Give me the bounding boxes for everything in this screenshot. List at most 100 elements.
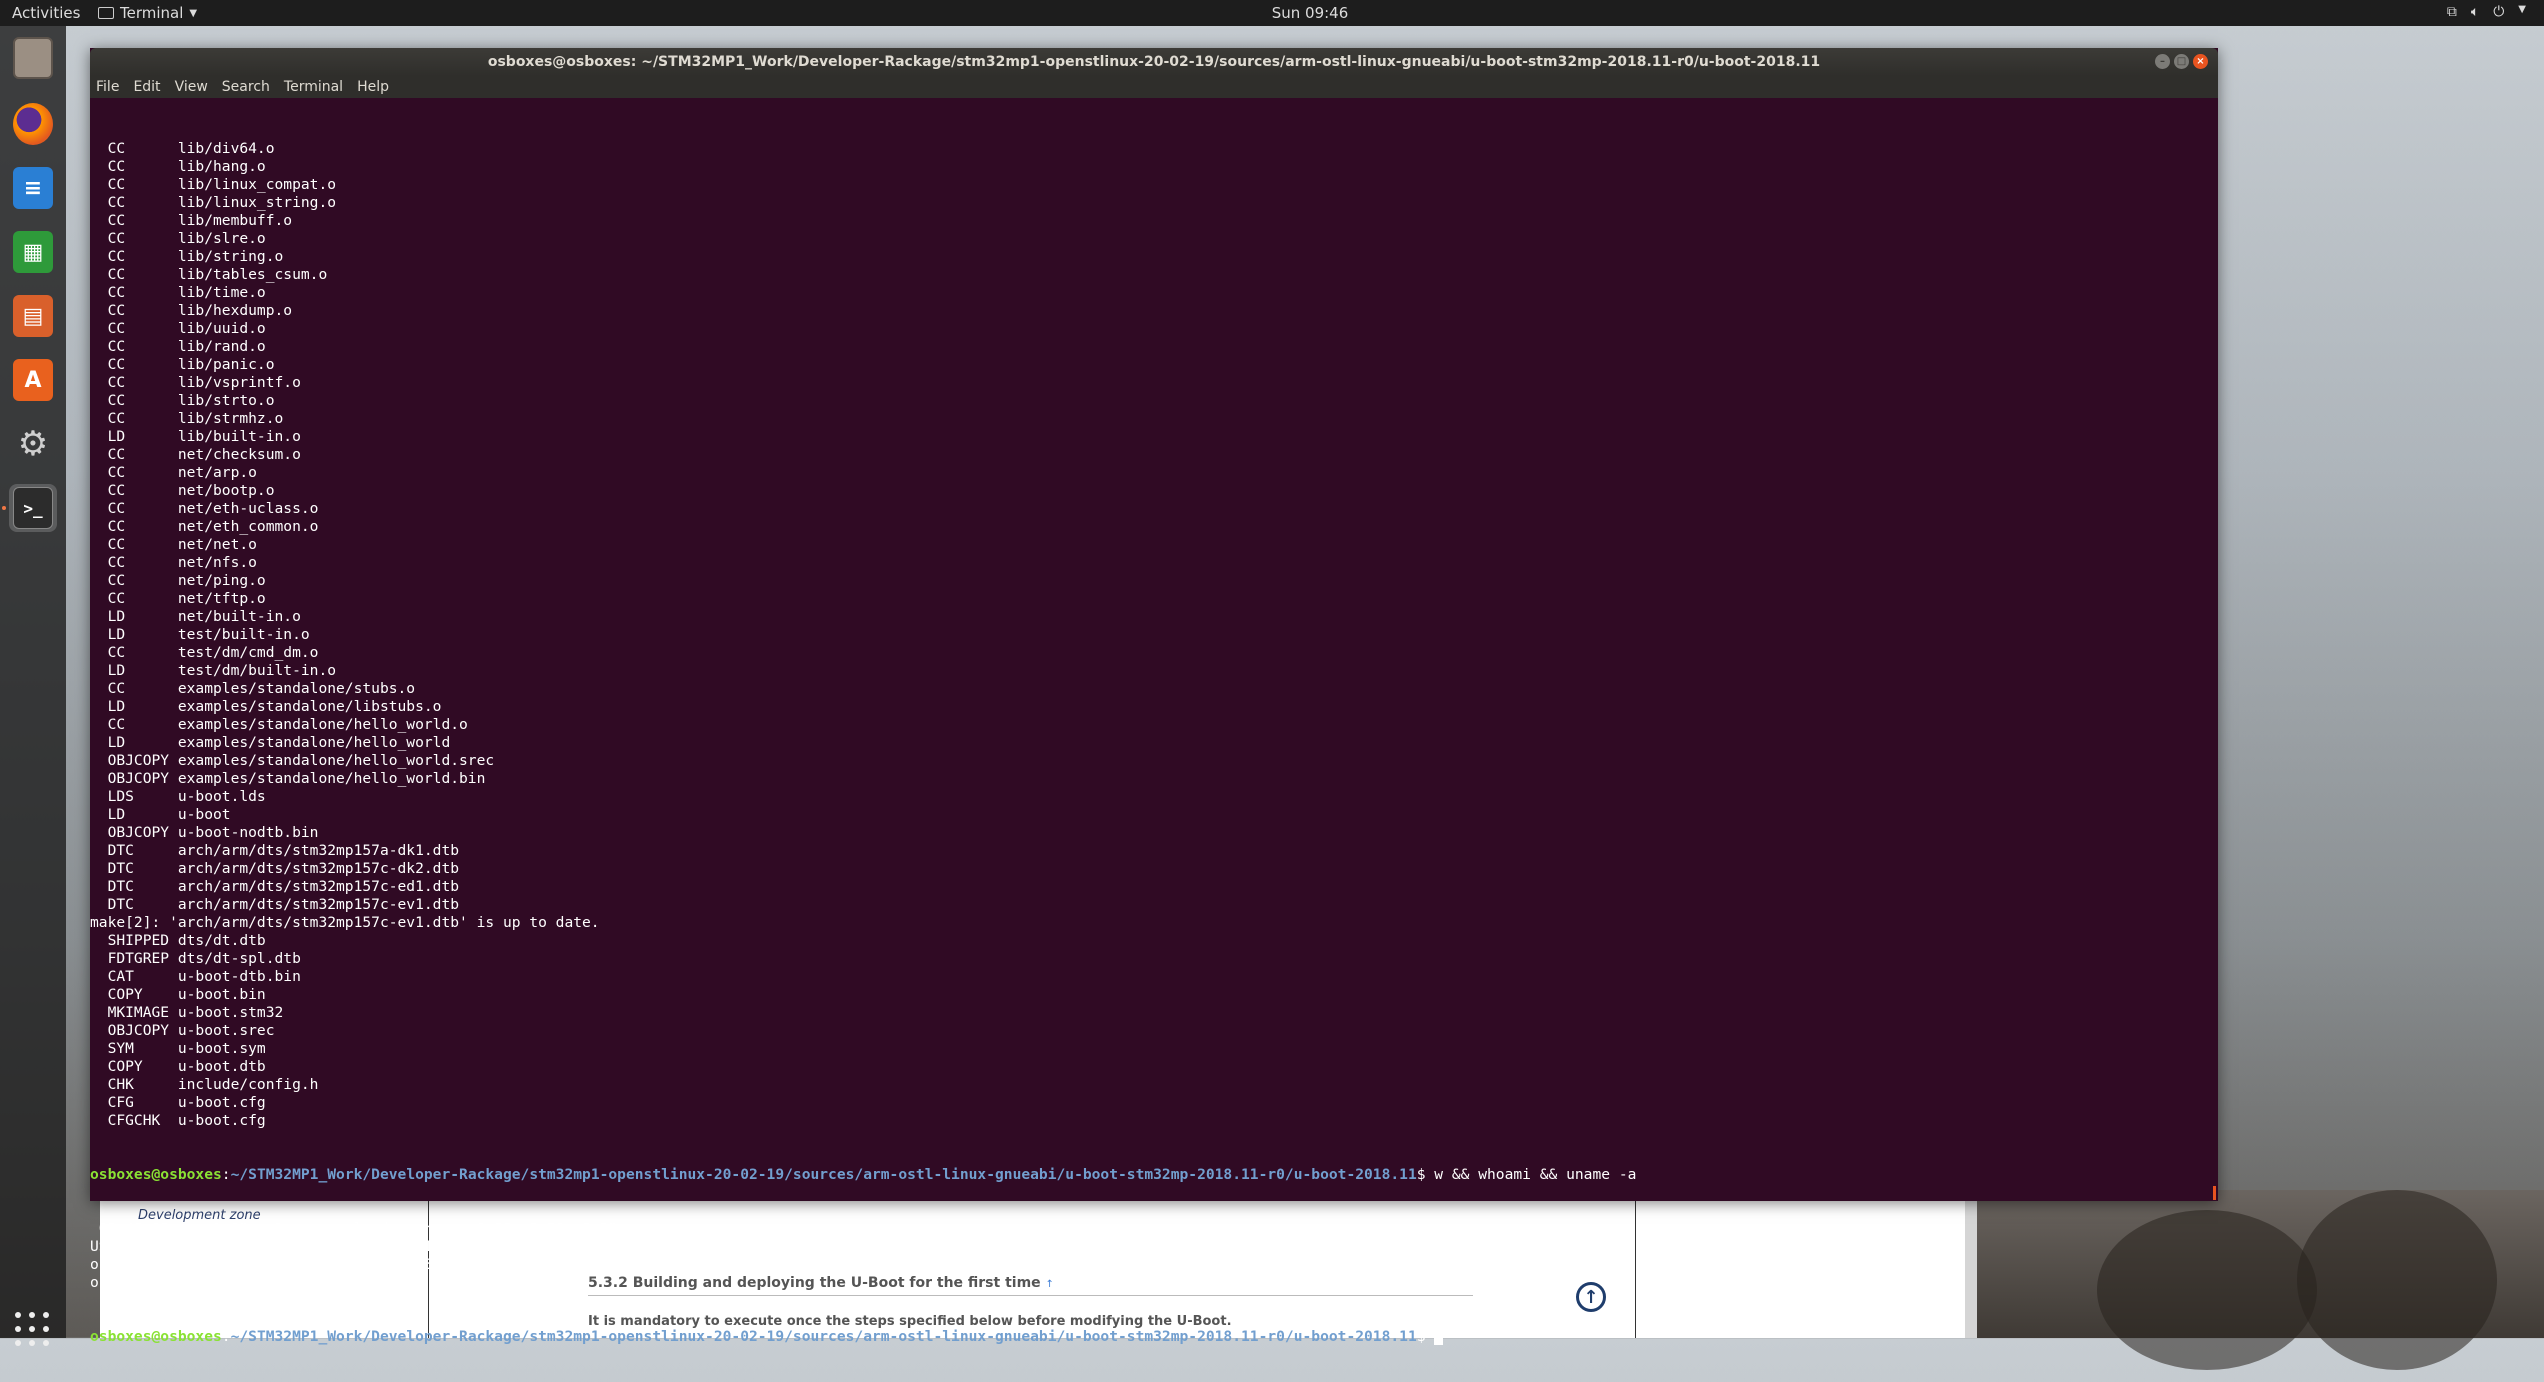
menu-view[interactable]: View bbox=[175, 76, 208, 98]
terminal-line: CC lib/vsprintf.o bbox=[90, 374, 301, 391]
terminal-line: CC net/checksum.o bbox=[90, 446, 301, 463]
terminal-line: CC net/ping.o bbox=[90, 572, 266, 589]
terminal-line: LD examples/standalone/hello_world bbox=[90, 734, 451, 751]
terminal-line: CFG u-boot.cfg bbox=[90, 1094, 266, 1111]
terminal-line: COPY u-boot.bin bbox=[90, 986, 266, 1003]
terminal-line: CC lib/hexdump.o bbox=[90, 302, 293, 319]
menu-help[interactable]: Help bbox=[357, 76, 389, 98]
terminal-line: CC net/tftp.o bbox=[90, 590, 266, 607]
terminal-line: SYM u-boot.sym bbox=[90, 1040, 266, 1057]
dock: ≡ ▦ ▤ A ⚙ >_ bbox=[0, 26, 66, 1346]
terminal-line: LDS u-boot.lds bbox=[90, 788, 266, 805]
terminal-line: LD test/built-in.o bbox=[90, 626, 310, 643]
menu-file[interactable]: File bbox=[96, 76, 119, 98]
software-icon: A bbox=[13, 359, 53, 401]
files-launcher[interactable] bbox=[9, 34, 57, 82]
calc-launcher[interactable]: ▦ bbox=[9, 228, 57, 276]
terminal-window[interactable]: osboxes@osboxes: ~/STM32MP1_Work/Develop… bbox=[90, 48, 2218, 1345]
app-menu-label: Terminal bbox=[120, 4, 184, 22]
network-icon: ⧉ bbox=[2446, 4, 2457, 20]
close-button[interactable]: × bbox=[2193, 54, 2208, 69]
terminal-line: CC net/arp.o bbox=[90, 464, 257, 481]
terminal-line: CC lib/tables_csum.o bbox=[90, 266, 328, 283]
terminal-line: CC net/eth_common.o bbox=[90, 518, 319, 535]
terminal-line: DTC arch/arm/dts/stm32mp157c-ed1.dtb bbox=[90, 878, 460, 895]
terminal-line: CC examples/standalone/hello_world.o bbox=[90, 716, 468, 733]
terminal-line: CC lib/string.o bbox=[90, 248, 284, 265]
terminal-line: LD u-boot bbox=[90, 806, 231, 823]
terminal-line: LD net/built-in.o bbox=[90, 608, 301, 625]
terminal-line: OBJCOPY u-boot.srec bbox=[90, 1022, 275, 1039]
terminal-line: CHK include/config.h bbox=[90, 1076, 319, 1093]
command-prompt-line: osboxes@osboxes:~/STM32MP1_Work/Develope… bbox=[90, 1166, 1637, 1183]
terminal-line: CC lib/membuff.o bbox=[90, 212, 293, 229]
impress-launcher[interactable]: ▤ bbox=[9, 292, 57, 340]
system-tray[interactable]: ⧉ 🔈︎ ⏻ ▼ bbox=[2447, 4, 2526, 20]
settings-gear-icon: ⚙ bbox=[17, 424, 49, 464]
menu-edit[interactable]: Edit bbox=[133, 76, 160, 98]
terminal-line: LD test/dm/built-in.o bbox=[90, 662, 337, 679]
firefox-icon bbox=[13, 103, 53, 145]
terminal-line: CC lib/uuid.o bbox=[90, 320, 266, 337]
terminal-line: DTC arch/arm/dts/stm32mp157a-dk1.dtb bbox=[90, 842, 460, 859]
app-menu[interactable]: Terminal ▼ bbox=[98, 4, 197, 22]
terminal-line: LD examples/standalone/libstubs.o bbox=[90, 698, 442, 715]
window-title: osboxes@osboxes: ~/STM32MP1_Work/Develop… bbox=[487, 54, 1821, 70]
terminal-line: CC lib/strmhz.o bbox=[90, 410, 284, 427]
running-indicator bbox=[2, 506, 6, 510]
menu-terminal[interactable]: Terminal bbox=[284, 76, 343, 98]
text-cursor bbox=[1434, 1329, 1444, 1345]
terminal-line: make[2]: 'arch/arm/dts/stm32mp157c-ev1.d… bbox=[90, 914, 600, 931]
terminal-line: CC test/dm/cmd_dm.o bbox=[90, 644, 319, 661]
minimize-button[interactable]: – bbox=[2155, 54, 2170, 69]
menu-bar: File Edit View Search Terminal Help bbox=[90, 76, 2218, 98]
activities-button[interactable]: Activities bbox=[12, 4, 80, 22]
output-line: osboxes :0 :0 08:39 ?xdm? 1:21 0.01s /us… bbox=[90, 1256, 1400, 1273]
writer-launcher[interactable]: ≡ bbox=[9, 164, 57, 212]
software-launcher[interactable]: A bbox=[9, 356, 57, 404]
files-icon bbox=[13, 37, 53, 79]
terminal-line: CC net/net.o bbox=[90, 536, 257, 553]
settings-launcher[interactable]: ⚙ bbox=[9, 420, 57, 468]
terminal-line: CC net/eth-uclass.o bbox=[90, 500, 319, 517]
terminal-line: CC lib/linux_string.o bbox=[90, 194, 337, 211]
build-log: CC lib/div64.o CC lib/hang.o CC lib/linu… bbox=[90, 140, 2200, 1130]
window-titlebar[interactable]: osboxes@osboxes: ~/STM32MP1_Work/Develop… bbox=[90, 48, 2218, 76]
terminal-line: MKIMAGE u-boot.stm32 bbox=[90, 1004, 284, 1021]
power-icon: ⏻ bbox=[2493, 4, 2505, 20]
volume-icon: 🔈︎ bbox=[2470, 4, 2480, 20]
clock[interactable]: Sun 09:46 bbox=[1270, 4, 1350, 22]
menu-search[interactable]: Search bbox=[222, 76, 270, 98]
show-applications-button[interactable] bbox=[15, 1312, 51, 1348]
impress-icon: ▤ bbox=[13, 295, 53, 337]
terminal-line: OBJCOPY u-boot-nodtb.bin bbox=[90, 824, 319, 841]
terminal-line: LD lib/built-in.o bbox=[90, 428, 301, 445]
prompt-user: osboxes@osboxes bbox=[90, 1328, 222, 1345]
maximize-button[interactable]: □ bbox=[2174, 54, 2189, 69]
terminal-icon: >_ bbox=[13, 487, 53, 529]
terminal-line: CC lib/linux_compat.o bbox=[90, 176, 337, 193]
terminal-line: CC lib/panic.o bbox=[90, 356, 275, 373]
terminal-output[interactable]: CC lib/div64.o CC lib/hang.o CC lib/linu… bbox=[90, 104, 2200, 1382]
terminal-line: OBJCOPY examples/standalone/hello_world.… bbox=[90, 752, 495, 769]
terminal-line: CC lib/rand.o bbox=[90, 338, 266, 355]
firefox-launcher[interactable] bbox=[9, 100, 57, 148]
terminal-line: COPY u-boot.dtb bbox=[90, 1058, 266, 1075]
terminal-scrollbar[interactable] bbox=[2213, 1186, 2216, 1200]
command-text: $ w && whoami && uname -a bbox=[1416, 1166, 1637, 1183]
terminal-line: CC net/bootp.o bbox=[90, 482, 275, 499]
chevron-down-icon: ▼ bbox=[189, 7, 198, 19]
terminal-mini-icon bbox=[98, 7, 114, 19]
terminal-line: OBJCOPY examples/standalone/hello_world.… bbox=[90, 770, 486, 787]
output-line: osboxes bbox=[90, 1274, 152, 1291]
terminal-line: FDTGREP dts/dt-spl.dtb bbox=[90, 950, 301, 967]
terminal-line: CAT u-boot-dtb.bin bbox=[90, 968, 301, 985]
terminal-line: CC lib/hang.o bbox=[90, 158, 266, 175]
terminal-launcher[interactable]: >_ bbox=[9, 484, 57, 532]
terminal-line: CC lib/slre.o bbox=[90, 230, 266, 247]
terminal-line: DTC arch/arm/dts/stm32mp157c-ev1.dtb bbox=[90, 896, 460, 913]
terminal-line: CC lib/div64.o bbox=[90, 140, 275, 157]
prompt-suffix: $ bbox=[1416, 1328, 1435, 1345]
terminal-line: CC examples/standalone/stubs.o bbox=[90, 680, 416, 697]
output-line: 09:46:02 up 1:08, 1 user, load average: … bbox=[90, 1220, 618, 1237]
